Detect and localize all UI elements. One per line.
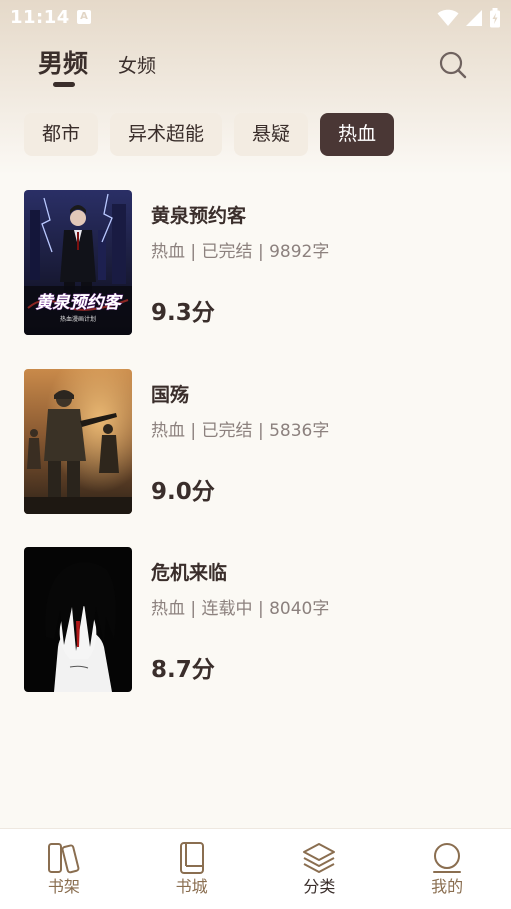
- book-cover-image[interactable]: [24, 547, 132, 692]
- book-score: 9.0分: [151, 479, 215, 505]
- chip-mystery[interactable]: 悬疑: [234, 113, 309, 156]
- bookshelf-icon: [47, 843, 80, 874]
- nav-category[interactable]: 分类: [256, 829, 384, 909]
- book-item[interactable]: 国殇 热血 | 已完结 | 5836字 9.0分: [24, 369, 484, 514]
- status-bar: 11:14 A: [0, 0, 511, 36]
- chip-passion[interactable]: 热血: [320, 113, 395, 156]
- nav-bookshelf[interactable]: 书架: [0, 829, 128, 909]
- tab-female[interactable]: 女频: [118, 53, 156, 79]
- book-item[interactable]: 黄泉预约客 热血漫画计划 黄泉预约客 热血 | 已完结 | 9892字 9.3分: [24, 190, 484, 335]
- battery-icon: [490, 8, 500, 28]
- book-cover-image[interactable]: 黄泉预约客 热血漫画计划: [24, 190, 132, 335]
- wifi-icon: [437, 9, 459, 26]
- layers-icon: [303, 843, 336, 873]
- nav-label: 书架: [47, 877, 80, 896]
- notification-icon: A: [77, 10, 91, 24]
- nav-label: 分类: [303, 877, 336, 896]
- nav-bookstore[interactable]: 书城: [128, 829, 256, 909]
- book-item[interactable]: 危机来临 热血 | 连载中 | 8040字 8.7分: [24, 547, 484, 692]
- status-indicators: [437, 8, 501, 28]
- nav-label: 书城: [175, 877, 208, 896]
- search-icon: [439, 51, 467, 79]
- book-cover-image[interactable]: [24, 369, 132, 514]
- book-title[interactable]: 危机来临: [151, 560, 227, 586]
- cover-subtitle-text: 热血漫画计划: [60, 315, 96, 323]
- book-icon: [179, 842, 204, 874]
- book-title[interactable]: 黄泉预约客: [151, 203, 246, 229]
- cellular-signal-icon: [466, 10, 482, 26]
- book-score: 8.7分: [151, 657, 215, 683]
- status-time: 11:14: [10, 7, 70, 28]
- book-meta: 热血 | 连载中 | 8040字: [151, 599, 330, 619]
- search-button[interactable]: [436, 48, 470, 82]
- tab-male[interactable]: 男频: [38, 48, 88, 80]
- nav-profile[interactable]: 我的: [383, 829, 511, 909]
- active-tab-indicator: [53, 82, 75, 87]
- book-score: 9.3分: [151, 300, 215, 326]
- nav-label: 我的: [431, 877, 464, 896]
- book-meta: 热血 | 已完结 | 9892字: [151, 242, 330, 262]
- book-title[interactable]: 国殇: [151, 382, 189, 408]
- chip-urban[interactable]: 都市: [24, 113, 99, 156]
- category-chips: 都市 异术超能 悬疑 热血: [24, 113, 395, 156]
- book-meta: 热血 | 已完结 | 5836字: [151, 421, 330, 441]
- bottom-navigation: 书架 书城 分类 我的: [0, 828, 511, 909]
- chip-superpower[interactable]: 异术超能: [110, 113, 223, 156]
- profile-icon: [433, 843, 462, 873]
- cover-title-text: 黄泉预约客: [36, 293, 124, 313]
